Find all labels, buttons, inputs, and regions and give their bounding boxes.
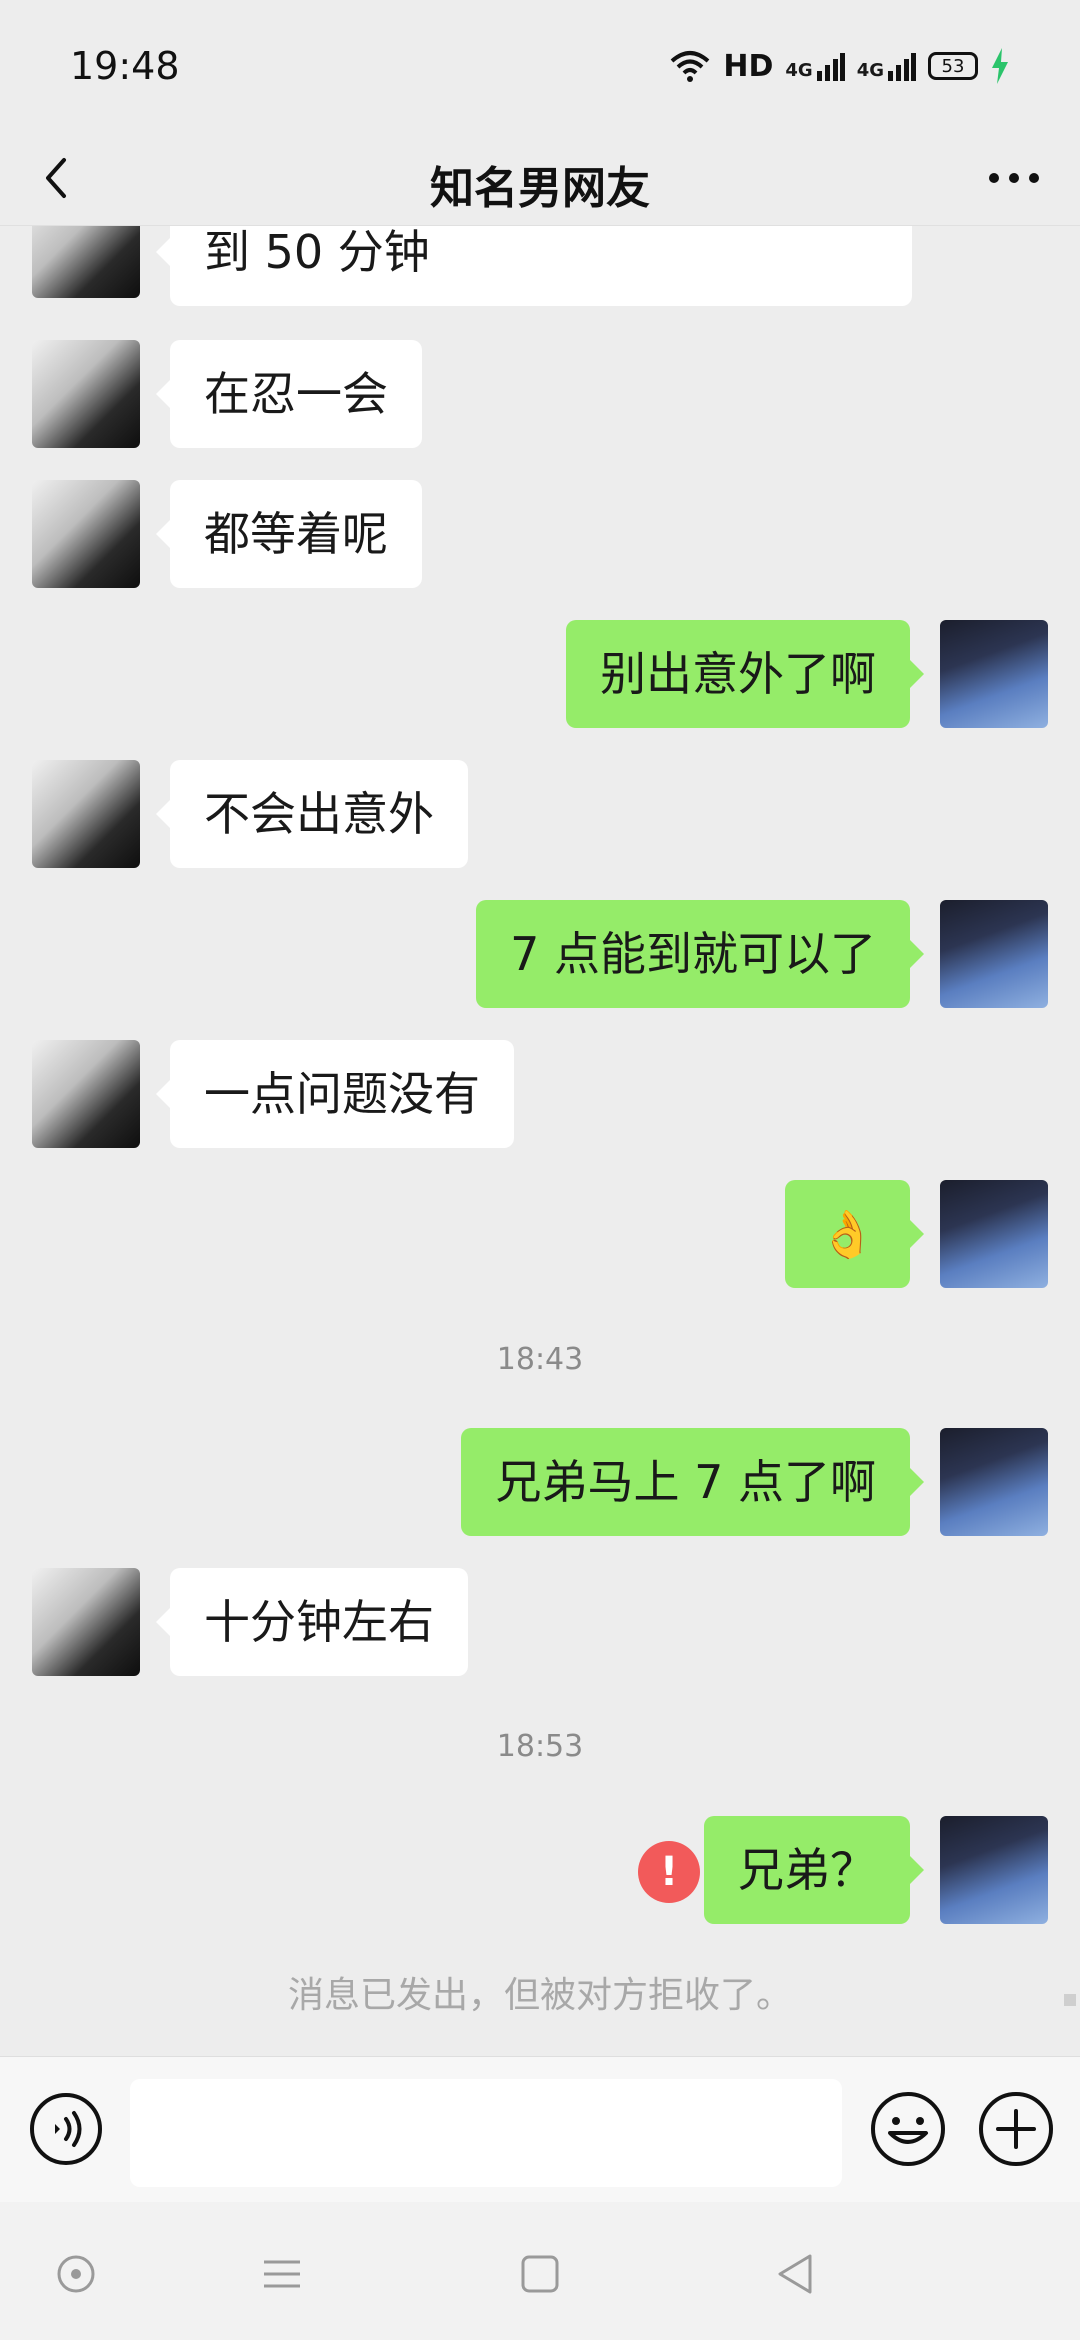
message-bubble-sent[interactable]: 👌	[784, 1180, 925, 1288]
home-icon[interactable]	[512, 2246, 568, 2302]
signal-icon: 4G	[785, 51, 845, 81]
message-bubble-received[interactable]: 都等着呢	[156, 480, 422, 588]
avatar[interactable]	[32, 1040, 140, 1148]
message-bubble-received[interactable]: 不会出意外	[156, 760, 468, 868]
battery-icon: 53	[928, 52, 978, 80]
status-icons: HD 4G 4G 53	[669, 44, 1010, 88]
chat-messages[interactable]: 到 50 分钟 在忍一会 都等着呢 别出意外了啊 不会出意外 7 点能到就可以了…	[0, 226, 1080, 2056]
avatar[interactable]	[940, 1428, 1048, 1536]
message-bubble-sent[interactable]: 兄弟？	[704, 1816, 924, 1924]
rejected-notice: 消息已发出，但被对方拒收了。	[287, 1975, 792, 2016]
send-failed-icon[interactable]: !	[638, 1841, 700, 1903]
avatar[interactable]	[32, 226, 140, 298]
avatar[interactable]	[940, 620, 1048, 728]
battery-level: 53	[941, 55, 965, 77]
more-dots-icon[interactable]	[984, 160, 1044, 196]
avatar[interactable]	[32, 480, 140, 588]
system-nav-bar	[0, 2202, 1080, 2340]
message-bubble-sent[interactable]: 7 点能到就可以了	[476, 900, 924, 1008]
avatar[interactable]	[940, 1180, 1048, 1288]
plus-icon[interactable]	[976, 2089, 1056, 2169]
avatar[interactable]	[32, 760, 140, 868]
message-bubble-sent[interactable]: 别出意外了啊	[566, 620, 924, 728]
status-time: 19:48	[70, 44, 180, 88]
avatar[interactable]	[940, 1816, 1048, 1924]
message-input[interactable]	[130, 2079, 842, 2187]
avatar[interactable]	[32, 1568, 140, 1676]
assistant-icon[interactable]	[48, 2246, 104, 2302]
message-bubble-sent[interactable]: 兄弟马上 7 点了啊	[461, 1428, 924, 1536]
back-icon[interactable]	[768, 2246, 824, 2302]
status-bar: 19:48 HD 4G 4G 53	[0, 0, 1080, 130]
signal-icon: 4G	[857, 51, 916, 81]
timestamp: 18:43	[496, 1342, 584, 1377]
charging-icon	[992, 48, 1008, 84]
message-bubble-received[interactable]: 在忍一会	[156, 340, 422, 448]
input-bar	[0, 2056, 1080, 2202]
wifi-icon	[671, 51, 710, 82]
avatar[interactable]	[940, 900, 1048, 1008]
chat-header: 知名男网友	[0, 130, 1080, 226]
message-bubble-received[interactable]: 十分钟左右	[156, 1568, 468, 1676]
voice-icon[interactable]	[28, 2091, 104, 2167]
timestamp: 18:53	[496, 1729, 584, 1764]
menu-icon[interactable]	[254, 2246, 310, 2302]
message-bubble-received[interactable]: 一点问题没有	[156, 1040, 514, 1148]
avatar[interactable]	[32, 340, 140, 448]
hd-label: HD	[723, 48, 774, 84]
emoji-icon[interactable]	[868, 2089, 948, 2169]
scroll-indicator	[1064, 1994, 1076, 2006]
chat-title: 知名男网友	[430, 163, 650, 214]
message-bubble-received[interactable]: 到 50 分钟	[156, 226, 912, 306]
